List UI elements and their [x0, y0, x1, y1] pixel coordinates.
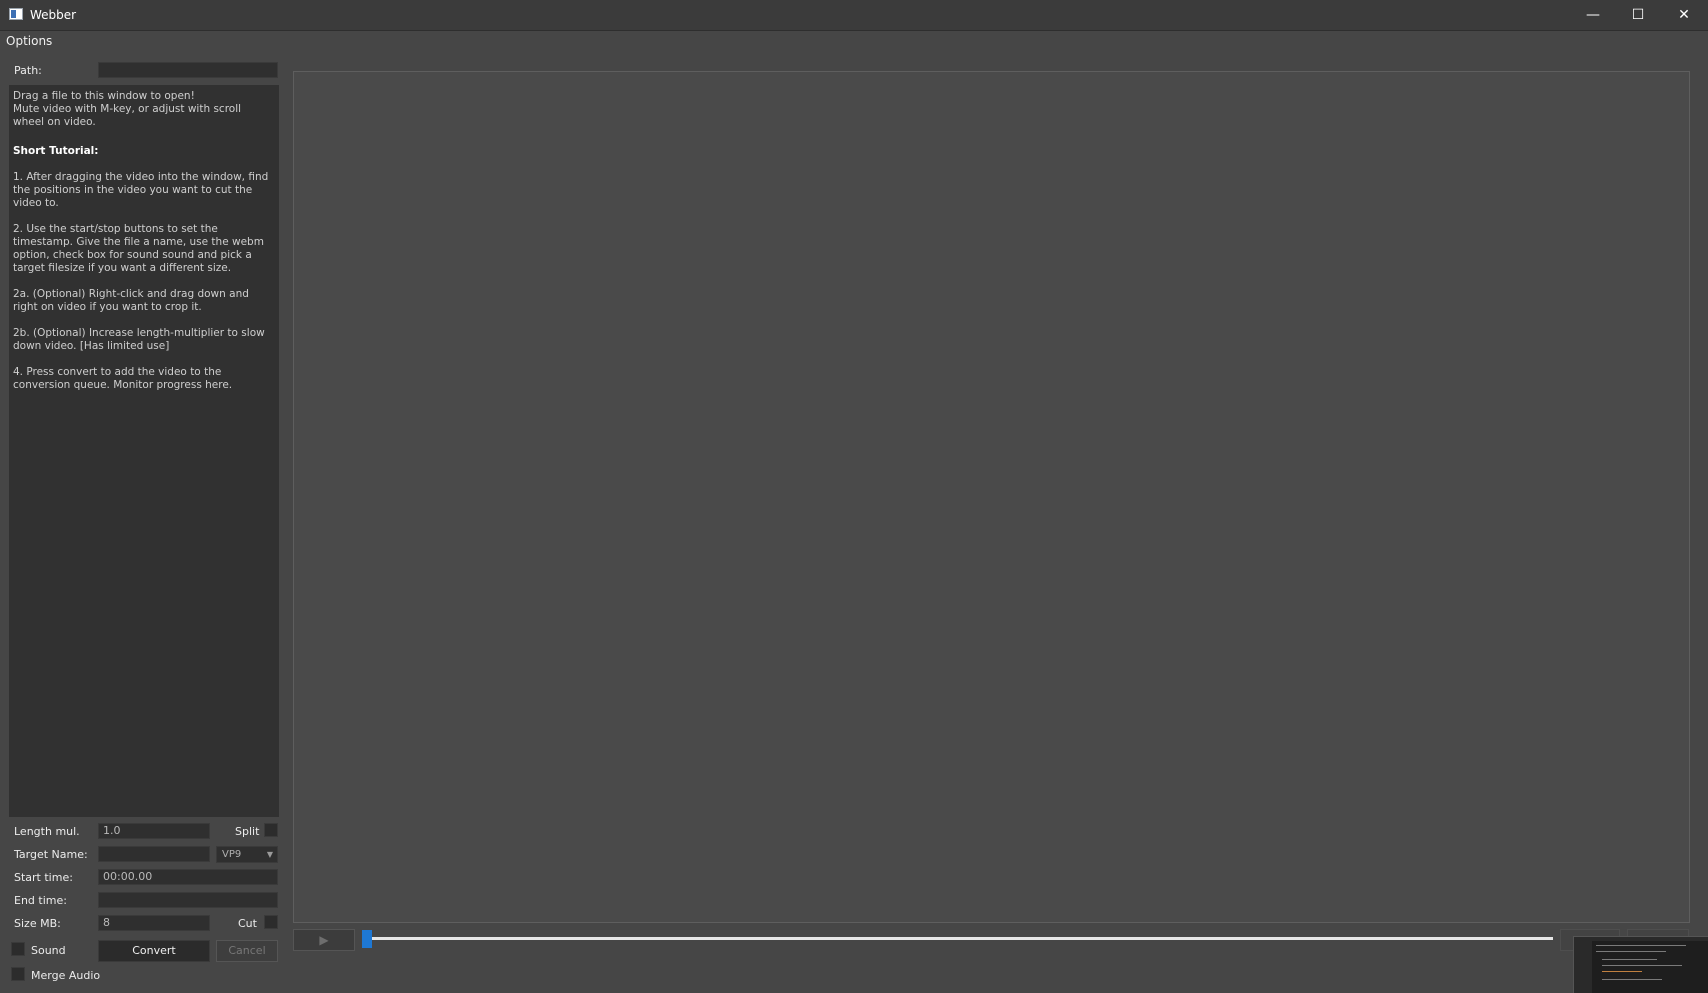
path-label: Path: — [14, 64, 42, 77]
tutorial-step-2b: 2b. (Optional) Increase length-multiplie… — [13, 327, 265, 352]
codec-value: VP9 — [222, 849, 242, 860]
cut-label: Cut — [238, 917, 257, 930]
codec-select[interactable]: VP9 ▼ — [216, 846, 278, 863]
tutorial-step-2: 2. Use the start/stop buttons to set the… — [13, 223, 264, 274]
end-time-label: End time: — [14, 894, 67, 907]
window-title: Webber — [30, 8, 77, 22]
menu-options[interactable]: Options — [6, 34, 52, 48]
thumbnail-line — [1602, 971, 1642, 972]
sound-label: Sound — [31, 944, 66, 957]
sound-checkbox[interactable] — [11, 942, 25, 956]
tutorial-step-4: 4. Press convert to add the video to the… — [13, 366, 233, 391]
close-button[interactable]: ✕ — [1661, 0, 1707, 30]
thumbnail-line — [1596, 951, 1666, 952]
target-name-label: Target Name: — [14, 848, 88, 861]
thumbnail-line — [1602, 979, 1662, 980]
cut-checkbox[interactable] — [264, 915, 278, 929]
intro-text-1: Drag a file to this window to open! — [13, 90, 195, 102]
info-panel: Drag a file to this window to open! Mute… — [9, 85, 279, 817]
start-time-input[interactable]: 00:00.00 — [98, 869, 278, 885]
tutorial-heading: Short Tutorial: — [13, 145, 99, 157]
play-button[interactable]: ▶ — [293, 929, 355, 951]
seek-handle[interactable] — [362, 930, 372, 948]
size-mb-input[interactable]: 8 — [98, 915, 210, 931]
merge-audio-label: Merge Audio — [31, 969, 101, 982]
length-mul-label: Length mul. — [14, 825, 80, 838]
close-icon: ✕ — [1678, 7, 1690, 23]
cancel-button[interactable]: Cancel — [216, 940, 278, 962]
size-mb-label: Size MB: — [14, 917, 61, 930]
length-mul-input[interactable]: 1.0 — [98, 823, 210, 839]
split-label: Split — [235, 825, 260, 838]
target-name-input[interactable] — [98, 846, 210, 862]
maximize-icon: ☐ — [1631, 7, 1645, 23]
merge-audio-checkbox[interactable] — [11, 967, 25, 981]
intro-text-2: Mute video with M-key, or adjust with sc… — [13, 103, 242, 128]
minimize-icon: — — [1586, 7, 1600, 23]
end-time-input[interactable] — [98, 892, 278, 908]
seek-bar[interactable] — [368, 937, 1553, 940]
app-icon — [9, 8, 23, 20]
window-thumbnail — [1573, 936, 1708, 993]
thumbnail-line — [1596, 945, 1686, 946]
convert-button[interactable]: Convert — [98, 940, 210, 962]
minimize-button[interactable]: — — [1570, 0, 1616, 30]
thumbnail-line — [1602, 959, 1657, 960]
thumbnail-content — [1592, 941, 1708, 993]
tutorial-step-2a: 2a. (Optional) Right-click and drag down… — [13, 288, 249, 313]
split-checkbox[interactable] — [264, 823, 278, 837]
path-input[interactable] — [98, 62, 278, 78]
play-icon: ▶ — [319, 933, 329, 947]
start-time-label: Start time: — [14, 871, 73, 884]
thumbnail-line — [1602, 965, 1682, 966]
maximize-button[interactable]: ☐ — [1615, 0, 1661, 30]
menu-bar: Options — [0, 31, 1708, 53]
chevron-down-icon: ▼ — [266, 850, 273, 859]
tutorial-step-1: 1. After dragging the video into the win… — [13, 171, 269, 209]
title-bar: Webber — ☐ ✕ — [0, 0, 1708, 31]
video-area[interactable] — [293, 71, 1690, 923]
